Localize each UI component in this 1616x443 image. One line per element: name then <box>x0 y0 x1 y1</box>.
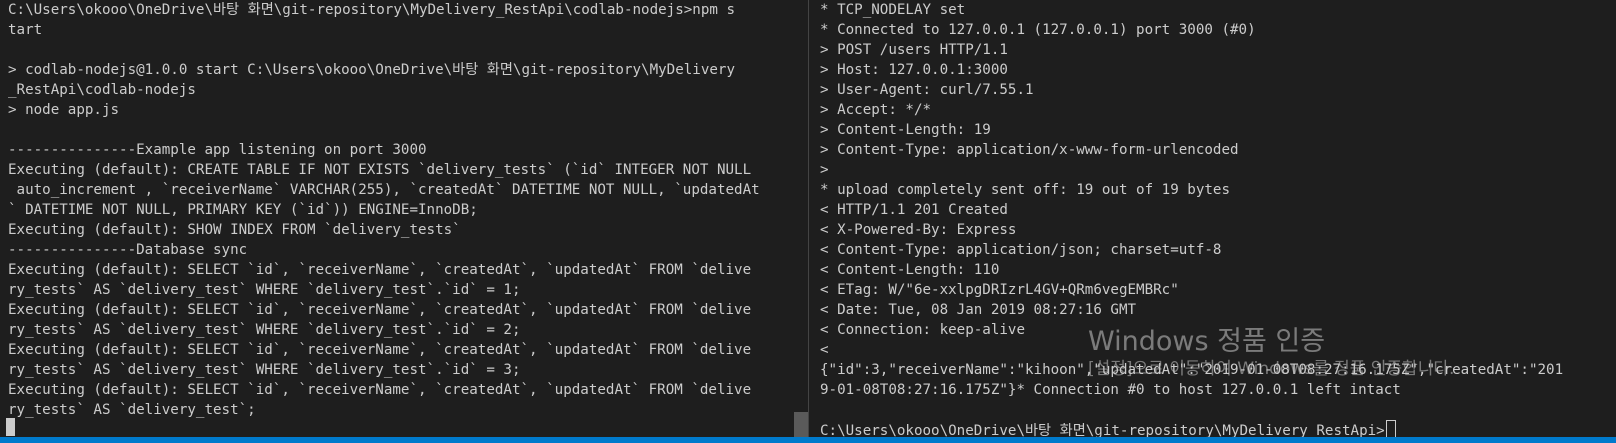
terminal-line: < <box>820 342 829 358</box>
terminal-line: > Content-Type: application/x-www-form-u… <box>820 142 1239 158</box>
terminal-line: ry_tests` AS `delivery_test` WHERE `deli… <box>8 282 521 298</box>
terminal-line: 9-01-08T08:27:16.175Z"}* Connection #0 t… <box>820 382 1401 398</box>
terminal-line: ry_tests` AS `delivery_test` WHERE `deli… <box>8 362 521 378</box>
terminal-line: > POST /users HTTP/1.1 <box>820 42 1008 58</box>
terminal-line: Executing (default): SELECT `id`, `recei… <box>8 262 752 278</box>
terminal-line: < HTTP/1.1 201 Created <box>820 202 1008 218</box>
terminal-line: < Content-Length: 110 <box>820 262 1000 278</box>
terminal-line: Executing (default): CREATE TABLE IF NOT… <box>8 162 752 178</box>
right-terminal-output: * TCP_NODELAY set * Connected to 127.0.0… <box>820 0 1616 437</box>
left-terminal-output: C:\Users\okooo\OneDrive\바탕 화면\git-reposi… <box>8 0 794 420</box>
right-terminal-pane[interactable]: * TCP_NODELAY set * Connected to 127.0.0… <box>808 0 1616 437</box>
left-terminal-scrollbar[interactable] <box>794 0 808 437</box>
terminal-line: Executing (default): SHOW INDEX FROM `de… <box>8 222 461 238</box>
terminal-line: > node app.js <box>8 102 120 118</box>
terminal-line: > <box>820 162 829 178</box>
terminal-cursor <box>6 418 15 436</box>
terminal-prompt: C:\Users\okooo\OneDrive\바탕 화면\git-reposi… <box>820 423 1385 437</box>
terminal-line: * TCP_NODELAY set <box>820 2 966 18</box>
terminal-line: ---------------Example app listening on … <box>8 142 427 158</box>
terminal-line: auto_increment , `receiverName` VARCHAR(… <box>8 182 760 198</box>
terminal-line: > Host: 127.0.0.1:3000 <box>820 62 1008 78</box>
terminal-window: C:\Users\okooo\OneDrive\바탕 화면\git-reposi… <box>0 0 1616 443</box>
terminal-line: < Connection: keep-alive <box>820 322 1025 338</box>
terminal-line: tart <box>8 22 43 38</box>
terminal-line: {"id":3,"receiverName":"kihoon","updated… <box>820 362 1564 378</box>
terminal-line: _RestApi\codlab-nodejs <box>8 82 196 98</box>
terminal-line: C:\Users\okooo\OneDrive\바탕 화면\git-reposi… <box>8 2 735 18</box>
terminal-cursor <box>1385 420 1396 437</box>
terminal-line: > Accept: */* <box>820 102 932 118</box>
terminal-line: > Content-Length: 19 <box>820 122 991 138</box>
terminal-line: > codlab-nodejs@1.0.0 start C:\Users\oko… <box>8 62 735 78</box>
terminal-line: ry_tests` AS `delivery_test`; <box>8 402 256 418</box>
terminal-line: ry_tests` AS `delivery_test` WHERE `deli… <box>8 322 521 338</box>
terminal-line: * Connected to 127.0.0.1 (127.0.0.1) por… <box>820 22 1256 38</box>
scrollbar-thumb[interactable] <box>794 412 808 437</box>
terminal-line: Executing (default): SELECT `id`, `recei… <box>8 382 752 398</box>
terminal-line: * upload completely sent off: 19 out of … <box>820 182 1230 198</box>
terminal-prompt-line[interactable]: C:\Users\okooo\OneDrive\바탕 화면\git-reposi… <box>820 420 1616 437</box>
terminal-line: < Content-Type: application/json; charse… <box>820 242 1222 258</box>
terminal-line: < Date: Tue, 08 Jan 2019 08:27:16 GMT <box>820 302 1137 318</box>
terminal-line: < X-Powered-By: Express <box>820 222 1017 238</box>
terminal-line: ---------------Database sync <box>8 242 248 258</box>
left-terminal-pane[interactable]: C:\Users\okooo\OneDrive\바탕 화면\git-reposi… <box>0 0 794 437</box>
status-bar <box>0 437 1616 443</box>
terminal-line: Executing (default): SELECT `id`, `recei… <box>8 342 752 358</box>
terminal-line: ` DATETIME NOT NULL, PRIMARY KEY (`id`))… <box>8 202 478 218</box>
terminal-line: Executing (default): SELECT `id`, `recei… <box>8 302 752 318</box>
terminal-line: > User-Agent: curl/7.55.1 <box>820 82 1034 98</box>
terminal-line: < ETag: W/"6e-xxlpgDRIzrL4GV+QRm6vegEMBR… <box>820 282 1179 298</box>
